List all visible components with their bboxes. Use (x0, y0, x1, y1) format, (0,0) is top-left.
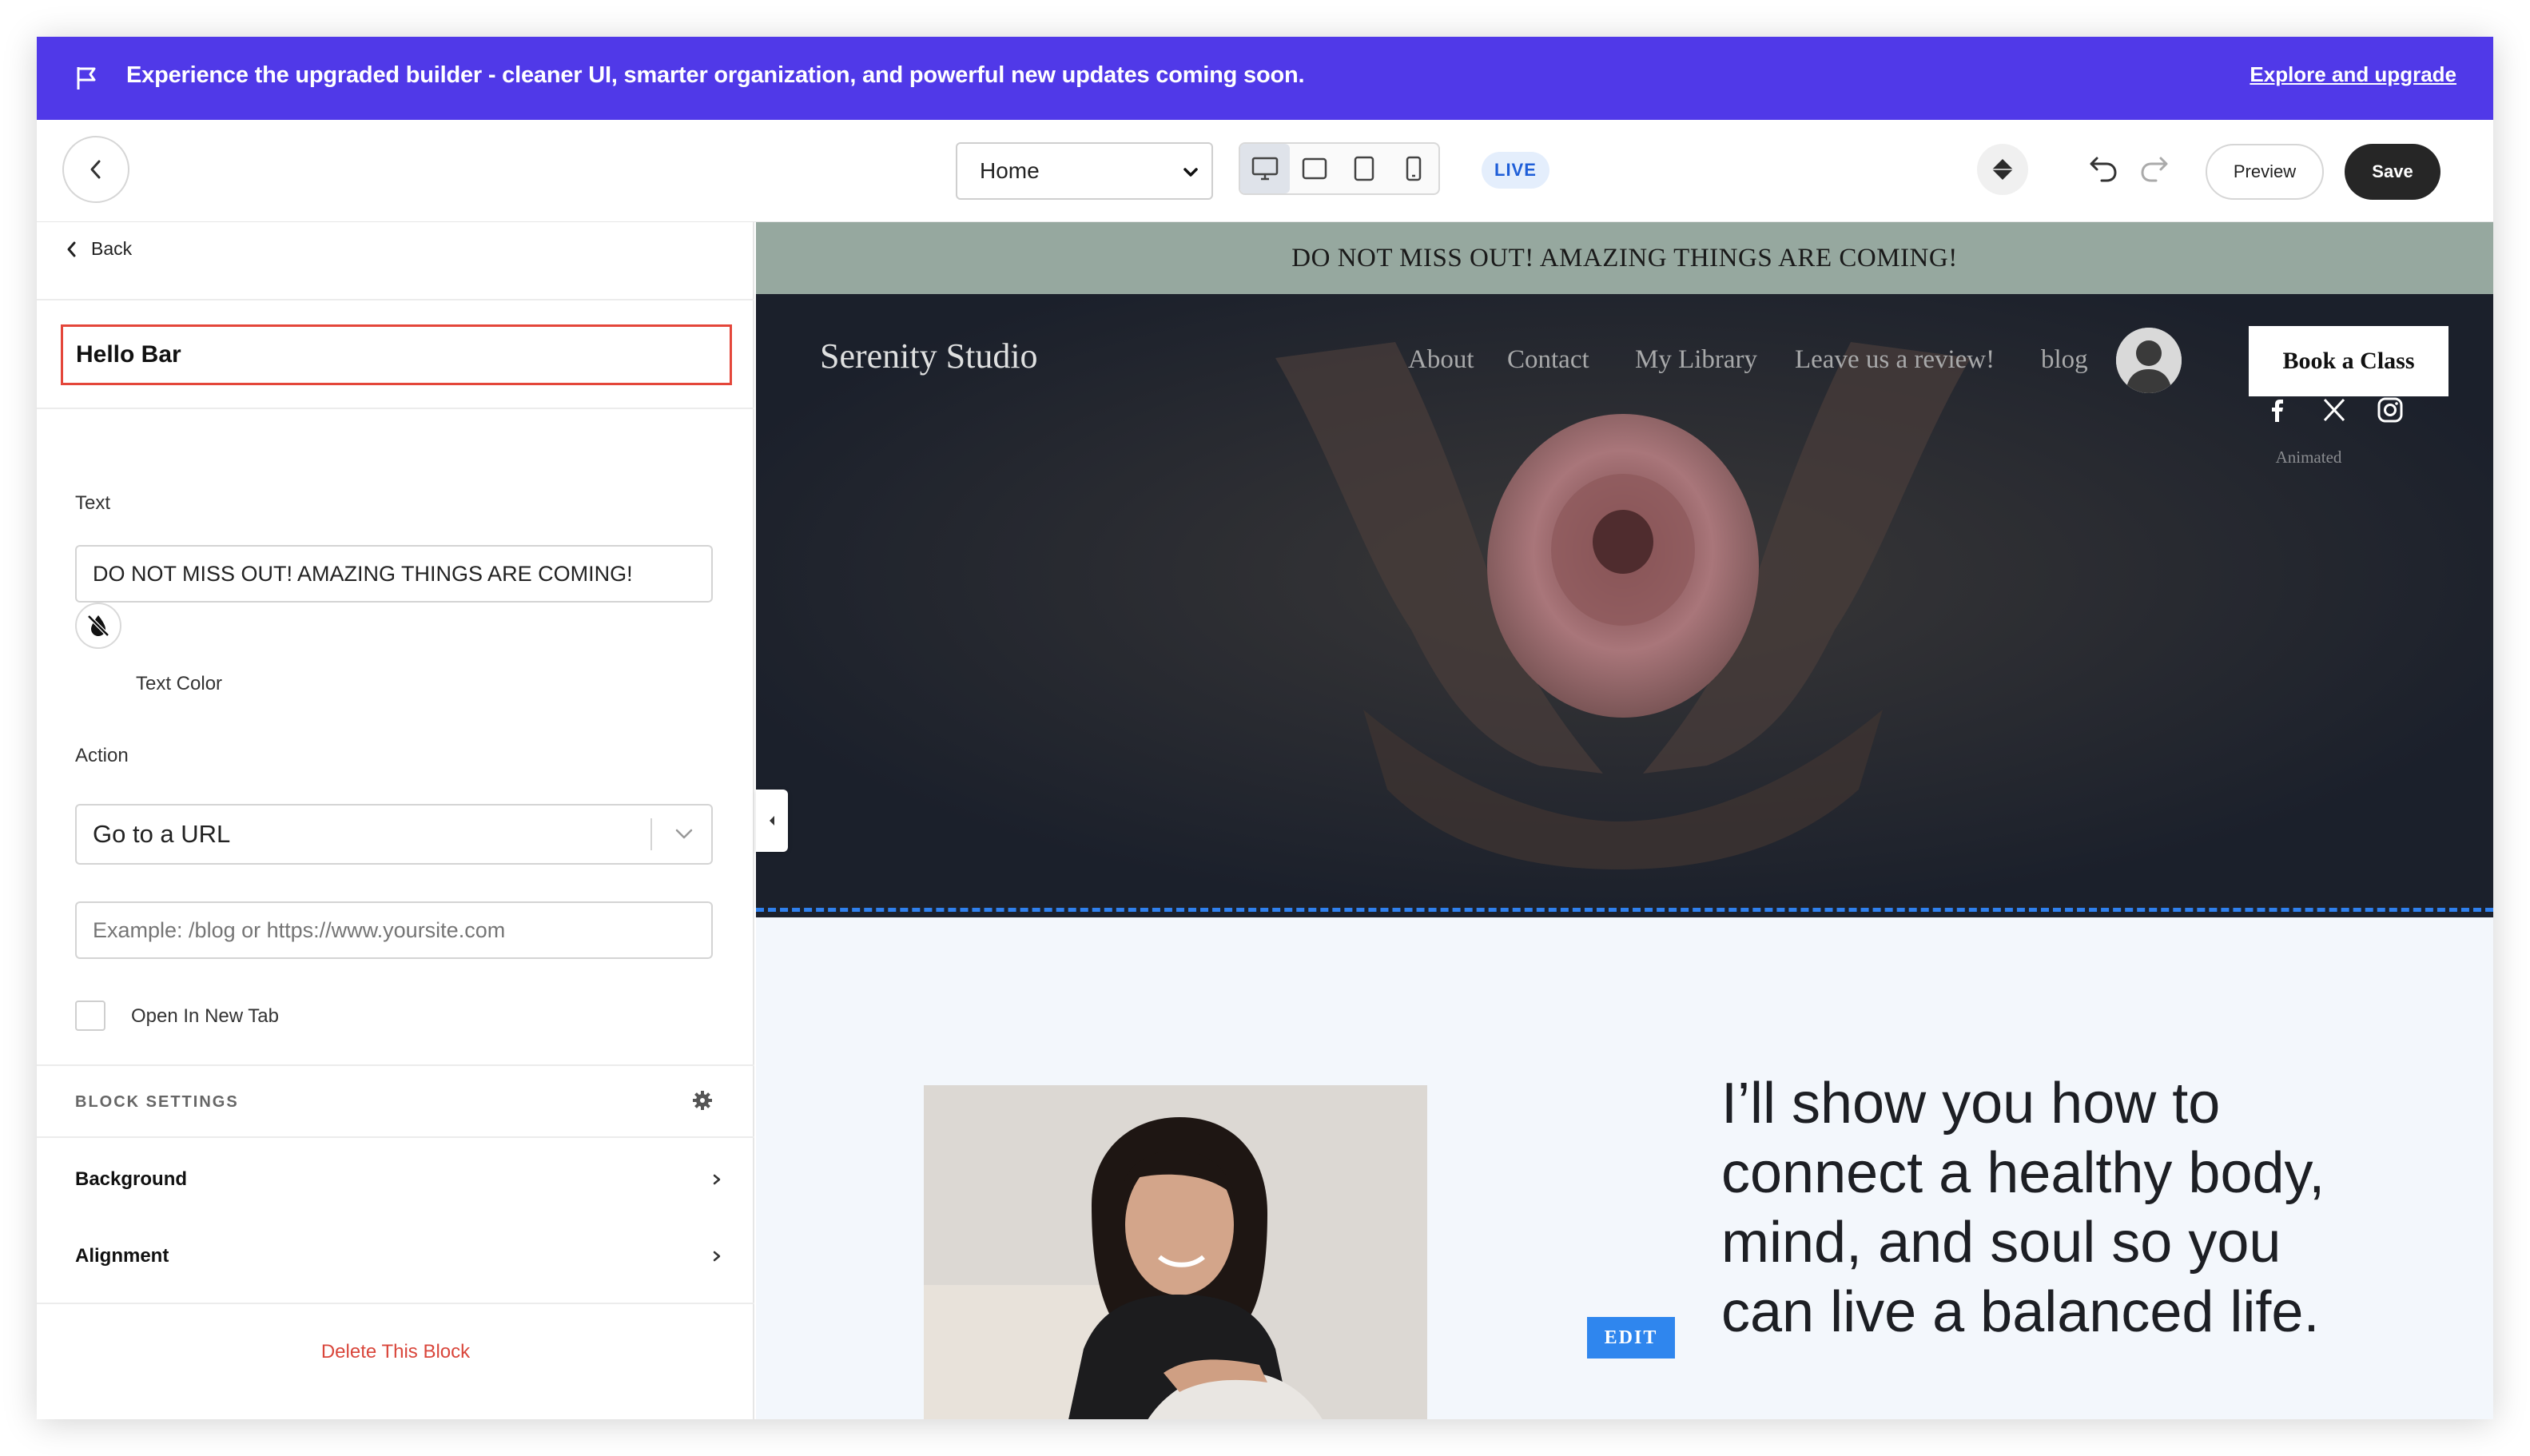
action-select-value: Go to a URL (93, 820, 231, 848)
exit-editor-button[interactable] (62, 136, 129, 203)
diamond-icon (1992, 159, 2013, 180)
instagram-icon[interactable] (2377, 396, 2404, 424)
divider (37, 1303, 754, 1304)
instructor-image (924, 1085, 1427, 1419)
no-color-drop-icon (87, 615, 109, 637)
avatar[interactable] (2116, 328, 2182, 393)
page-select[interactable]: Home (956, 142, 1213, 200)
desktop-icon (1251, 157, 1279, 181)
hello-bar[interactable]: DO NOT MISS OUT! AMAZING THINGS ARE COMI… (756, 222, 2493, 294)
action-field-label: Action (75, 745, 129, 766)
preview-button[interactable]: Preview (2206, 144, 2324, 200)
editor-toolbar: Home LIVE Preview Save (37, 120, 2493, 222)
chevron-left-icon (90, 160, 101, 179)
undo-icon[interactable] (2087, 152, 2119, 184)
open-new-tab-checkbox[interactable] (75, 1001, 105, 1031)
banner-message: Experience the upgraded builder - cleane… (126, 62, 1305, 88)
chevron-down-icon (1183, 168, 1198, 177)
save-button[interactable]: Save (2345, 144, 2440, 200)
nav-contact[interactable]: Contact (1507, 345, 1589, 375)
open-new-tab-label: Open In New Tab (131, 1005, 280, 1027)
delete-block-button[interactable]: Delete This Block (37, 1341, 754, 1363)
nav-my-library[interactable]: My Library (1635, 345, 1757, 375)
builder-window: Experience the upgraded builder - cleane… (37, 37, 2493, 1419)
mobile-icon (1406, 156, 1422, 181)
upgrade-banner: Experience the upgraded builder - cleane… (37, 37, 2493, 120)
chevron-down-icon (675, 829, 693, 839)
site-brand[interactable]: Serenity Studio (820, 336, 1038, 376)
divider (37, 1064, 754, 1066)
hero-headline[interactable]: I’ll show you how to connect a healthy b… (1721, 1069, 2377, 1347)
text-color-picker[interactable] (75, 603, 121, 649)
upgrade-diamond-button[interactable] (1977, 144, 2028, 195)
action-select[interactable]: Go to a URL (75, 804, 713, 865)
facebook-icon[interactable] (2265, 396, 2292, 424)
mobile-view-button[interactable] (1389, 144, 1438, 193)
section-selection-outline (756, 908, 2493, 912)
page-select-value: Home (980, 158, 1040, 183)
book-class-button[interactable]: Book a Class (2249, 326, 2448, 396)
social-links (2265, 396, 2404, 424)
edit-button[interactable]: EDIT (1587, 1317, 1675, 1359)
block-settings-title: BLOCK SETTINGS (75, 1093, 239, 1111)
alignment-setting-row[interactable]: Alignment (75, 1245, 722, 1267)
x-icon[interactable] (2321, 396, 2348, 424)
animated-caption: Animated (2275, 448, 2342, 467)
instructor-photo[interactable] (924, 1085, 1427, 1419)
background-setting-label: Background (75, 1168, 188, 1190)
gear-icon[interactable] (692, 1090, 713, 1111)
url-input[interactable] (75, 901, 713, 959)
text-field-label: Text (75, 492, 111, 514)
device-switcher (1239, 142, 1440, 195)
redo-icon[interactable] (2138, 152, 2170, 184)
chevron-right-icon (713, 1174, 721, 1185)
select-divider (650, 818, 652, 850)
background-setting-row[interactable]: Background (75, 1168, 722, 1191)
tablet-landscape-icon (1302, 157, 1327, 180)
divider (37, 408, 754, 409)
hero-section[interactable]: Serenity Studio About Contact My Library… (756, 294, 2493, 917)
text-color-label: Text Color (136, 673, 223, 694)
nav-about[interactable]: About (1408, 345, 1474, 375)
live-status-badge: LIVE (1482, 152, 1549, 189)
alignment-setting-label: Alignment (75, 1245, 169, 1267)
explore-upgrade-link[interactable]: Explore and upgrade (2250, 62, 2456, 87)
panel-back-label: Back (91, 238, 133, 259)
nav-leave-review[interactable]: Leave us a review! (1795, 345, 1995, 375)
desktop-view-button[interactable] (1240, 144, 1290, 193)
user-avatar-icon (2116, 328, 2182, 393)
nav-blog[interactable]: blog (2041, 345, 2088, 375)
caret-left-icon (770, 816, 774, 825)
block-name-input[interactable]: Hello Bar (61, 324, 732, 385)
collapse-panel-button[interactable] (756, 790, 788, 852)
block-settings-panel: Back Hello Bar Text DO NOT MISS OUT! AMA… (37, 222, 754, 1419)
divider (37, 1136, 754, 1138)
flag-icon (77, 67, 96, 90)
tablet-portrait-icon (1354, 156, 1374, 181)
hero-background-image (756, 294, 2493, 917)
chevron-right-icon (713, 1251, 721, 1262)
panel-back-button[interactable]: Back (66, 238, 132, 260)
tablet-landscape-view-button[interactable] (1290, 144, 1339, 193)
hello-text-input[interactable]: DO NOT MISS OUT! AMAZING THINGS ARE COMI… (75, 545, 713, 603)
site-preview-canvas: DO NOT MISS OUT! AMAZING THINGS ARE COMI… (756, 222, 2493, 1419)
chevron-left-icon (67, 241, 76, 257)
divider (37, 299, 754, 300)
tablet-portrait-view-button[interactable] (1339, 144, 1389, 193)
